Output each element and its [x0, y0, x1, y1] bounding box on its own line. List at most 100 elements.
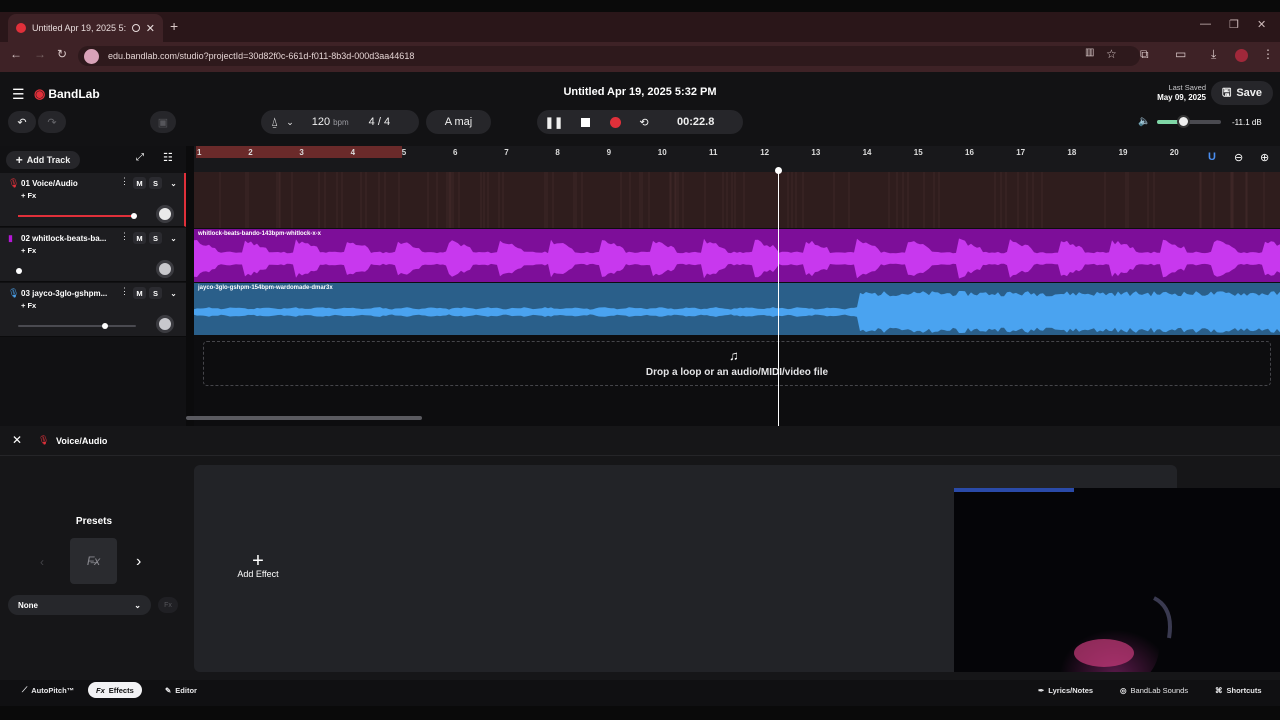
- tempo-value[interactable]: 120: [312, 116, 330, 128]
- preset-select[interactable]: None ⌄: [8, 595, 151, 615]
- track-header-2[interactable]: ▮ 02 whitlock-beats-ba... ⋮ M S ⌄ + Fx: [0, 228, 186, 282]
- autopitch-tab[interactable]: ⟋ AutoPitch™: [14, 682, 82, 698]
- extensions-icon[interactable]: ⧉: [1140, 47, 1149, 62]
- master-volume-value: -11.1 dB: [1232, 118, 1262, 127]
- preset-next-icon[interactable]: ›: [136, 553, 141, 571]
- metronome-dropdown-icon[interactable]: ⌄: [286, 117, 294, 128]
- browser-tab[interactable]: Untitled Apr 19, 2025 5:32 P ✕: [8, 14, 163, 42]
- audio-clip-jayco[interactable]: jayco-3glo-gshpm-154bpm-wardomade-dmar3x: [194, 283, 1280, 335]
- close-tab-icon[interactable]: ✕: [146, 22, 155, 35]
- mute-button[interactable]: M: [133, 232, 146, 244]
- bottom-edge: [0, 706, 1280, 720]
- bar-number: 4: [350, 148, 356, 157]
- forward-icon[interactable]: →: [34, 47, 46, 61]
- mute-button[interactable]: M: [133, 177, 146, 189]
- solo-button[interactable]: S: [149, 177, 162, 189]
- time-signature[interactable]: 4 / 4: [369, 116, 390, 128]
- cast-icon[interactable]: ▭: [1175, 47, 1186, 61]
- restore-icon[interactable]: ❐: [1229, 18, 1239, 31]
- editor-label: Editor: [175, 685, 197, 695]
- bookmark-star-icon[interactable]: ☆: [1106, 47, 1117, 61]
- stop-icon[interactable]: [571, 117, 599, 127]
- snap-magnet-icon[interactable]: U: [1208, 151, 1216, 163]
- playhead-handle[interactable]: [775, 167, 782, 174]
- redo-button[interactable]: ↷: [38, 111, 66, 133]
- automation-icon[interactable]: ⤢: [136, 152, 144, 163]
- solo-button[interactable]: S: [149, 287, 162, 299]
- pan-knob[interactable]: [156, 315, 174, 333]
- reload-icon[interactable]: ↻: [57, 47, 67, 61]
- record-icon[interactable]: [599, 116, 631, 128]
- back-icon[interactable]: ←: [10, 47, 22, 61]
- master-volume-handle[interactable]: [1177, 115, 1190, 128]
- effects-tab[interactable]: Fx Effects: [88, 682, 142, 698]
- save-button[interactable]: 🖫 Save: [1211, 81, 1273, 105]
- address-bar[interactable]: edu.bandlab.com/studio?projectId=30d82f0…: [78, 46, 1140, 66]
- project-title[interactable]: Untitled Apr 19, 2025 5:32 PM: [0, 86, 1280, 98]
- reading-mode-icon[interactable]: ▥: [1085, 47, 1094, 58]
- track-volume-handle[interactable]: [131, 213, 137, 219]
- track-menu-icon[interactable]: ⋮: [120, 231, 129, 242]
- track-volume-slider[interactable]: [18, 213, 137, 219]
- zoom-out-icon[interactable]: ⊖: [1234, 151, 1243, 164]
- browser-menu-icon[interactable]: ⋮: [1262, 47, 1274, 61]
- track-volume-slider[interactable]: [16, 268, 136, 274]
- profile-avatar[interactable]: [1235, 49, 1248, 62]
- track-volume-slider[interactable]: [18, 323, 136, 329]
- track-volume-handle[interactable]: [16, 268, 22, 274]
- microphone-site-icon[interactable]: [84, 49, 99, 64]
- cut-tool-icon: ▣: [157, 116, 169, 129]
- track-expand-icon[interactable]: ⌄: [167, 287, 180, 299]
- add-effect-button[interactable]: + Add Effect: [222, 551, 294, 579]
- track-expand-icon[interactable]: ⌄: [167, 177, 180, 189]
- track-header-3[interactable]: 🎙 03 jayco-3glo-gshpm... ⋮ M S ⌄ + Fx: [0, 283, 186, 337]
- microphone-icon: 🎙: [8, 178, 20, 188]
- track-expand-icon[interactable]: ⌄: [167, 232, 180, 244]
- editor-tab[interactable]: ✎ Editor: [157, 682, 205, 698]
- lyrics-notes-button[interactable]: ✒ Lyrics/Notes: [1030, 682, 1101, 698]
- studio-header: [0, 72, 1280, 146]
- pan-knob[interactable]: [156, 205, 174, 223]
- add-fx-button[interactable]: + Fx: [21, 191, 36, 200]
- track-name[interactable]: 03 jayco-3glo-gshpm...: [21, 289, 113, 298]
- key-selector[interactable]: A maj: [426, 110, 491, 134]
- track-menu-icon[interactable]: ⋮: [120, 286, 129, 297]
- download-icon[interactable]: ⤓: [1211, 47, 1216, 62]
- track-volume-handle[interactable]: [102, 323, 108, 329]
- track-header-1[interactable]: 🎙 01 Voice/Audio ⋮ M S ⌄ + Fx: [0, 173, 186, 227]
- recording-indicator-icon: [131, 24, 140, 32]
- close-window-icon[interactable]: ✕: [1257, 18, 1266, 31]
- minimize-icon[interactable]: —: [1200, 18, 1211, 30]
- track-settings-icon[interactable]: ☷: [163, 151, 173, 164]
- loop-icon[interactable]: ⟲: [631, 116, 657, 129]
- preset-fx-toggle-icon[interactable]: Fx: [158, 597, 178, 613]
- add-fx-button[interactable]: + Fx: [21, 301, 36, 310]
- tempo-group: ⍙ ⌄ 120 bpm 4 / 4: [261, 110, 419, 134]
- solo-button[interactable]: S: [149, 232, 162, 244]
- timeline-scrollbar[interactable]: [186, 416, 422, 420]
- track-name[interactable]: 01 Voice/Audio: [21, 179, 113, 188]
- preset-prev-icon[interactable]: ‹: [40, 555, 44, 569]
- cut-tool-button[interactable]: ▣: [150, 111, 176, 133]
- speaker-icon[interactable]: 🔈: [1138, 116, 1150, 127]
- add-track-button[interactable]: + Add Track: [6, 151, 80, 169]
- preset-thumbnail[interactable]: F̶x: [70, 538, 117, 584]
- audio-clip-whitlock[interactable]: whitlock-beats-bando-143bpm-whitlock-x-x: [194, 229, 1280, 282]
- zoom-in-icon[interactable]: ⊕: [1260, 151, 1269, 164]
- last-saved-date: May 09, 2025: [1157, 93, 1206, 102]
- undo-button[interactable]: ↶: [8, 111, 36, 133]
- close-editor-icon[interactable]: ✕: [12, 433, 22, 447]
- shortcuts-button[interactable]: ⌘ Shortcuts: [1207, 682, 1270, 698]
- track-lane-1[interactable]: [194, 172, 1280, 228]
- metronome-icon[interactable]: ⍙: [271, 115, 278, 130]
- new-tab-icon[interactable]: +: [170, 18, 178, 34]
- add-fx-button[interactable]: + Fx: [21, 246, 36, 255]
- pause-icon[interactable]: ❚❚: [537, 116, 571, 129]
- track-name[interactable]: 02 whitlock-beats-ba...: [21, 234, 113, 243]
- mute-button[interactable]: M: [133, 287, 146, 299]
- track-menu-icon[interactable]: ⋮: [120, 176, 129, 187]
- master-volume-slider[interactable]: [1157, 115, 1221, 128]
- pan-knob[interactable]: [156, 260, 174, 278]
- playhead[interactable]: [778, 170, 779, 426]
- bandlab-sounds-button[interactable]: ◎ BandLab Sounds: [1112, 682, 1196, 698]
